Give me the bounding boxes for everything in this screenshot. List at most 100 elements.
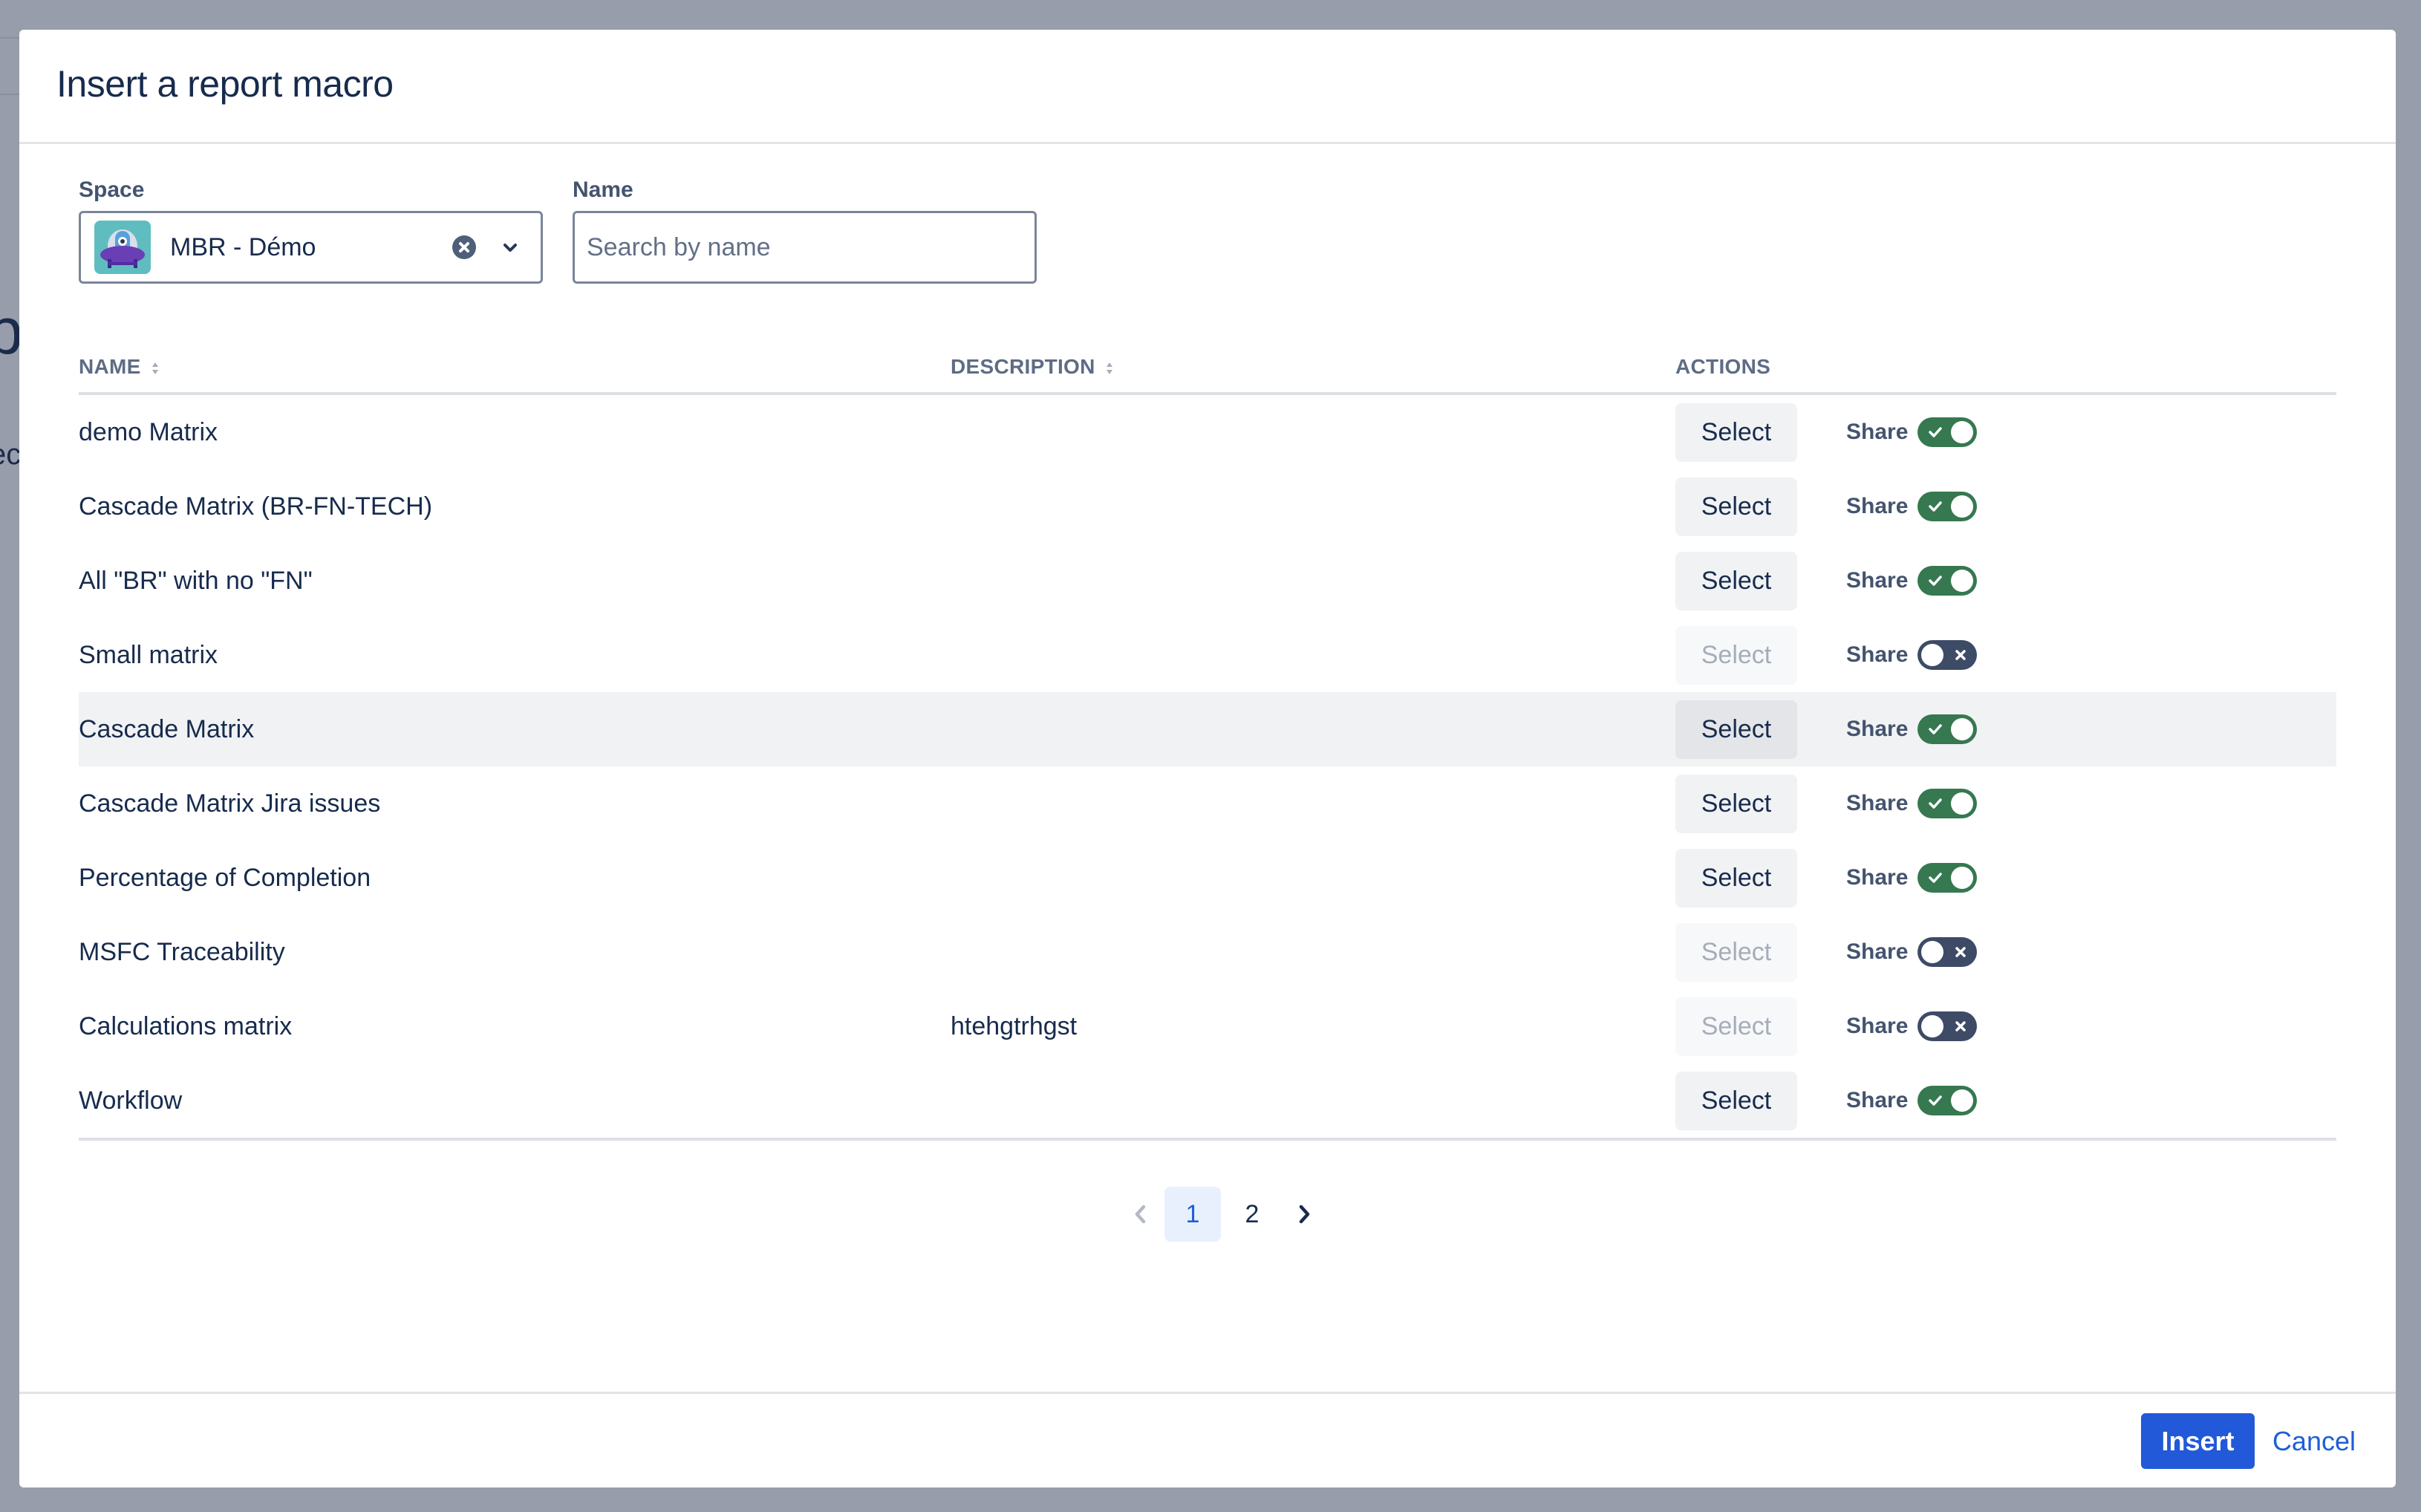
macro-name: MSFC Traceability xyxy=(79,938,285,966)
check-icon xyxy=(1929,798,1942,809)
page-button-1[interactable]: 1 xyxy=(1164,1187,1221,1242)
macro-name: Workflow xyxy=(79,1086,183,1115)
share-toggle[interactable] xyxy=(1917,714,1977,744)
select-button[interactable]: Select xyxy=(1675,403,1797,462)
share-toggle[interactable] xyxy=(1917,937,1977,967)
macro-description: htehgtrhgst xyxy=(951,1012,1078,1040)
toggle-knob xyxy=(1951,570,1973,592)
macro-name: demo Matrix xyxy=(79,418,218,446)
space-select[interactable]: MBR - Démo xyxy=(79,211,543,284)
share-toggle[interactable] xyxy=(1917,863,1977,893)
toggle-knob xyxy=(1921,644,1943,666)
chevron-down-icon[interactable] xyxy=(497,234,524,261)
share-label: Share xyxy=(1846,717,1909,741)
share-label: Share xyxy=(1846,494,1909,518)
check-icon xyxy=(1929,724,1942,734)
background-text: ec xyxy=(0,438,22,471)
name-label: Name xyxy=(573,177,633,202)
table-row: Percentage of Completion Select Share xyxy=(79,841,2336,915)
select-button[interactable]: Select xyxy=(1675,1072,1797,1130)
page-button-2[interactable]: 2 xyxy=(1224,1187,1280,1242)
close-icon xyxy=(1955,947,1966,957)
space-select-value: MBR - Démo xyxy=(170,233,316,261)
macro-name: All "BR" with no "FN" xyxy=(79,567,313,595)
select-button[interactable]: Select xyxy=(1675,478,1797,536)
cancel-button[interactable]: Cancel xyxy=(2272,1413,2356,1469)
toggle-knob xyxy=(1951,495,1973,518)
toggle-knob xyxy=(1951,421,1973,443)
share-label: Share xyxy=(1846,1088,1909,1112)
share-toggle[interactable] xyxy=(1917,417,1977,447)
share-toggle[interactable] xyxy=(1917,1011,1977,1041)
column-header-label: NAME xyxy=(79,355,141,378)
macro-name: Calculations matrix xyxy=(79,1012,293,1040)
table-row: MSFC Traceability Select Share xyxy=(79,915,2336,989)
share-toggle[interactable] xyxy=(1917,640,1977,670)
dialog-header: Insert a report macro xyxy=(19,30,2396,144)
table-row: Workflow Select Share xyxy=(79,1063,2336,1138)
table-row: Cascade Matrix Select Share xyxy=(79,692,2336,766)
select-button[interactable]: Select xyxy=(1675,997,1797,1056)
check-icon xyxy=(1929,501,1942,512)
pagination: 1 2 xyxy=(1118,1187,1326,1242)
name-field: Name xyxy=(573,175,1037,284)
check-icon xyxy=(1929,427,1942,437)
toggle-knob xyxy=(1951,1089,1973,1112)
share-toggle[interactable] xyxy=(1917,1086,1977,1115)
insert-report-macro-dialog: Insert a report macro Space MBR - Démo N… xyxy=(19,30,2396,1487)
share-label: Share xyxy=(1846,642,1909,667)
sort-icon xyxy=(1106,362,1112,374)
select-button[interactable]: Select xyxy=(1675,923,1797,982)
dialog-title: Insert a report macro xyxy=(56,63,394,105)
table-body: demo Matrix Select Share Cascade Matrix (BR… xyxy=(79,395,2336,1138)
table-bottom-border xyxy=(79,1138,2336,1141)
share-label: Share xyxy=(1846,420,1909,444)
macro-name: Percentage of Completion xyxy=(79,864,371,892)
space-label: Space xyxy=(79,177,145,202)
macro-name: Small matrix xyxy=(79,641,218,669)
clear-icon[interactable] xyxy=(452,235,476,259)
select-button[interactable]: Select xyxy=(1675,775,1797,833)
chevron-left-icon xyxy=(1135,1205,1146,1224)
name-search-input[interactable] xyxy=(573,211,1037,284)
toggle-knob xyxy=(1921,1015,1943,1037)
macro-table: NAME DESCRIPTION ACTIONS demo Matrix Sele… xyxy=(79,334,2336,1141)
select-button[interactable]: Select xyxy=(1675,626,1797,685)
check-icon xyxy=(1929,1095,1942,1106)
column-header-name[interactable]: NAME xyxy=(79,355,160,379)
space-field: Space MBR - Démo xyxy=(79,175,543,284)
table-row: Cascade Matrix Jira issues Select Share xyxy=(79,766,2336,841)
share-label: Share xyxy=(1846,1014,1909,1038)
table-row: demo Matrix Select Share xyxy=(79,395,2336,469)
table-row: All "BR" with no "FN" Select Share xyxy=(79,544,2336,618)
share-toggle[interactable] xyxy=(1917,492,1977,521)
share-toggle[interactable] xyxy=(1917,789,1977,818)
toggle-knob xyxy=(1951,792,1973,815)
chevron-right-icon xyxy=(1299,1205,1310,1224)
column-header-actions: ACTIONS xyxy=(1675,355,1771,378)
close-icon xyxy=(1955,650,1966,660)
select-button[interactable]: Select xyxy=(1675,700,1797,759)
table-header: NAME DESCRIPTION ACTIONS xyxy=(79,334,2336,395)
macro-name: Cascade Matrix Jira issues xyxy=(79,789,381,818)
select-button[interactable]: Select xyxy=(1675,849,1797,907)
table-row: Calculations matrix htehgtrhgst Select Shar… xyxy=(79,989,2336,1063)
select-button[interactable]: Select xyxy=(1675,552,1797,610)
sort-icon xyxy=(151,362,158,374)
toggle-knob xyxy=(1951,718,1973,740)
share-toggle[interactable] xyxy=(1917,566,1977,596)
check-icon xyxy=(1929,576,1942,586)
macro-name: Cascade Matrix (BR-FN-TECH) xyxy=(79,492,433,521)
close-icon xyxy=(1955,1021,1966,1032)
column-header-label: DESCRIPTION xyxy=(951,355,1095,378)
previous-page-button[interactable] xyxy=(1118,1187,1163,1242)
next-page-button[interactable] xyxy=(1282,1187,1326,1242)
column-header-description[interactable]: DESCRIPTION xyxy=(951,355,1115,379)
dialog-footer: Insert Cancel xyxy=(19,1392,2396,1487)
insert-button[interactable]: Insert xyxy=(2141,1413,2255,1469)
share-label: Share xyxy=(1846,791,1909,815)
table-row: Cascade Matrix (BR-FN-TECH) Select Share xyxy=(79,469,2336,544)
macro-name: Cascade Matrix xyxy=(79,715,255,743)
toggle-knob xyxy=(1951,867,1973,889)
toggle-knob xyxy=(1921,941,1943,963)
